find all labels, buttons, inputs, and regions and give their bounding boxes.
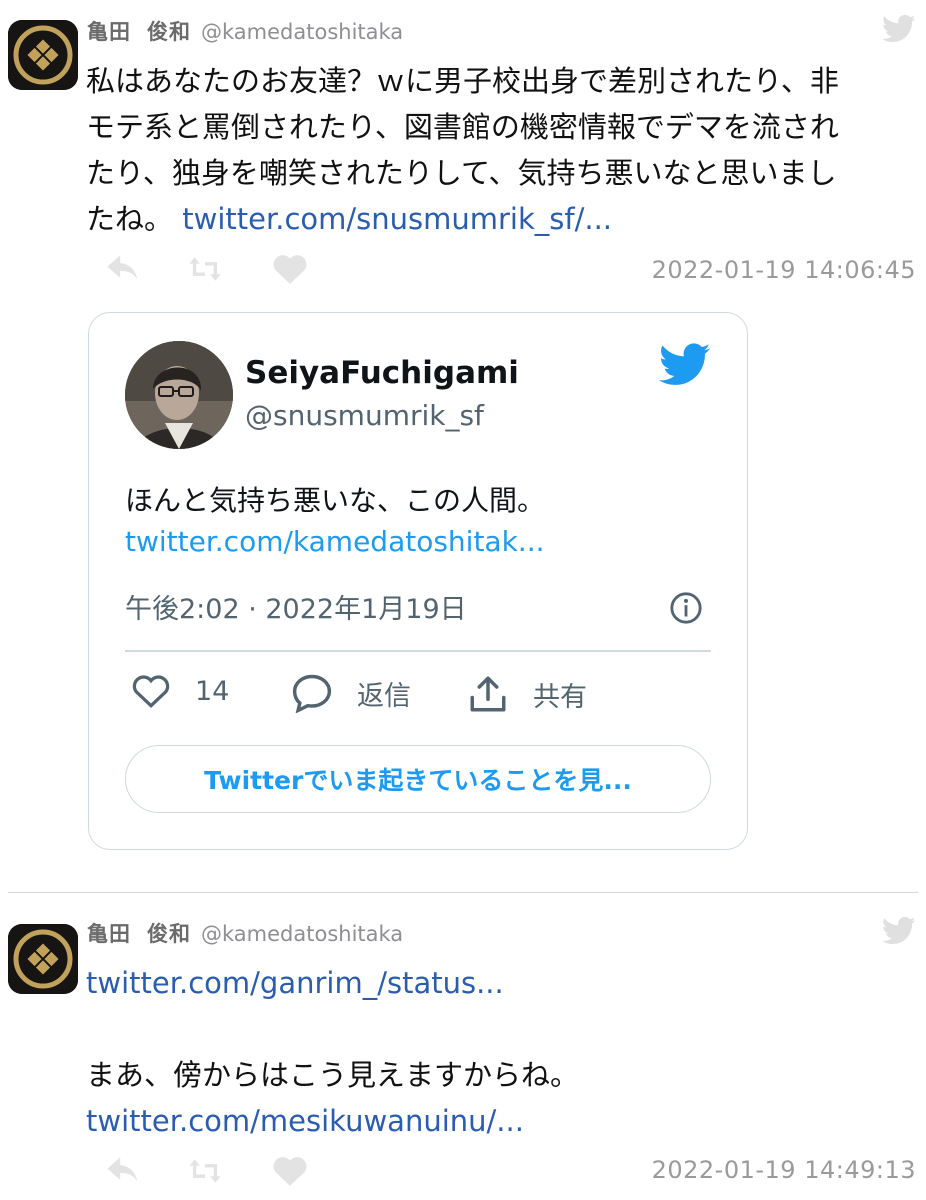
user-name-last[interactable]: 俊和	[147, 922, 191, 946]
speech-bubble-icon	[292, 674, 332, 713]
tweet-link[interactable]: twitter.com/mesikuwanuinu/...	[86, 1098, 579, 1144]
embedded-tweet-time[interactable]: 午後2:02 · 2022年1月19日	[125, 587, 467, 626]
avatar[interactable]	[8, 20, 78, 90]
tweet-text: twitter.com/ganrim_/status... まあ、傍からはこう見…	[86, 960, 579, 1144]
timestamp[interactable]: 2022-01-19 14:06:45	[652, 256, 916, 284]
tweet-text: 私はあなたのお友達？ｗに男子校出身で差別されたり、非 モテ系と罵倒されたり、図書…	[86, 58, 839, 242]
share-icon	[470, 676, 506, 712]
tweet-text-line: モテ系と罵倒されたり、図書館の機密情報でデマを流され	[86, 110, 839, 144]
user-handle[interactable]: @kamedatoshitaka	[201, 20, 403, 44]
twitter-bird-icon	[882, 916, 916, 950]
avatar[interactable]	[8, 924, 78, 994]
tweet-text-line: たね。 twitter.com/snusmumrik_sf/...	[86, 196, 839, 242]
like-icon[interactable]	[273, 254, 307, 288]
tweet-text-tail: たね。	[86, 202, 174, 236]
twitter-bird-icon	[882, 14, 916, 48]
retweet-icon[interactable]	[188, 1158, 222, 1188]
reply-action[interactable]: 返信	[291, 673, 411, 713]
tweet-header: 亀田 俊和 @kamedatoshitaka	[87, 918, 403, 948]
user-name-last[interactable]: 俊和	[147, 20, 191, 44]
user-name-first[interactable]: 亀田	[87, 922, 131, 946]
divider	[125, 650, 711, 652]
embedded-tweet-text: ほんと気持ち悪いな、この人間。	[125, 484, 546, 517]
tweet-link[interactable]: twitter.com/snusmumrik_sf/...	[182, 202, 612, 236]
embedded-avatar[interactable]	[125, 341, 233, 449]
tweet-text-line: たり、独身を嘲笑されたりして、気持ち悪いなと思いまし	[86, 156, 837, 190]
reply-icon[interactable]	[106, 252, 140, 288]
tweet-text-line: 私はあなたのお友達？ｗに男子校出身で差別されたり、非	[86, 64, 839, 98]
view-on-twitter-button[interactable]: Twitterでいま起きていることを見...	[125, 745, 711, 813]
family-crest-icon	[8, 924, 78, 994]
tweet-link[interactable]: twitter.com/ganrim_/status...	[86, 960, 579, 1006]
embedded-tweet-actions: 14 返信 共有	[125, 673, 685, 723]
tweet-header: 亀田 俊和 @kamedatoshitaka	[87, 16, 403, 46]
embedded-tweet-link[interactable]: twitter.com/kamedatoshitak...	[125, 525, 545, 558]
person-photo-icon	[125, 341, 233, 449]
family-crest-icon	[8, 20, 78, 90]
tweet-separator	[8, 892, 918, 893]
user-handle[interactable]: @kamedatoshitaka	[201, 922, 403, 946]
embedded-tweet-card[interactable]: SeiyaFuchigami @snusmumrik_sf ほんと気持ち悪いな、…	[88, 312, 748, 850]
tweet-text-line: まあ、傍からはこう見えますからね。	[86, 1058, 580, 1092]
embedded-user-handle[interactable]: @snusmumrik_sf	[245, 399, 484, 432]
reply-label: 返信	[357, 680, 411, 712]
like-action[interactable]: 14	[131, 673, 229, 709]
share-action[interactable]: 共有	[467, 673, 587, 715]
embedded-user-name[interactable]: SeiyaFuchigami	[245, 355, 519, 391]
twitter-bird-icon[interactable]	[659, 343, 711, 391]
reply-icon[interactable]	[106, 1154, 140, 1190]
heart-outline-icon	[132, 675, 170, 708]
like-icon[interactable]	[273, 1156, 307, 1190]
user-name-first[interactable]: 亀田	[87, 20, 131, 44]
retweet-icon[interactable]	[188, 256, 222, 286]
timestamp[interactable]: 2022-01-19 14:49:13	[652, 1156, 916, 1184]
share-label: 共有	[533, 681, 587, 713]
like-count: 14	[195, 675, 230, 707]
info-icon[interactable]	[669, 591, 703, 629]
